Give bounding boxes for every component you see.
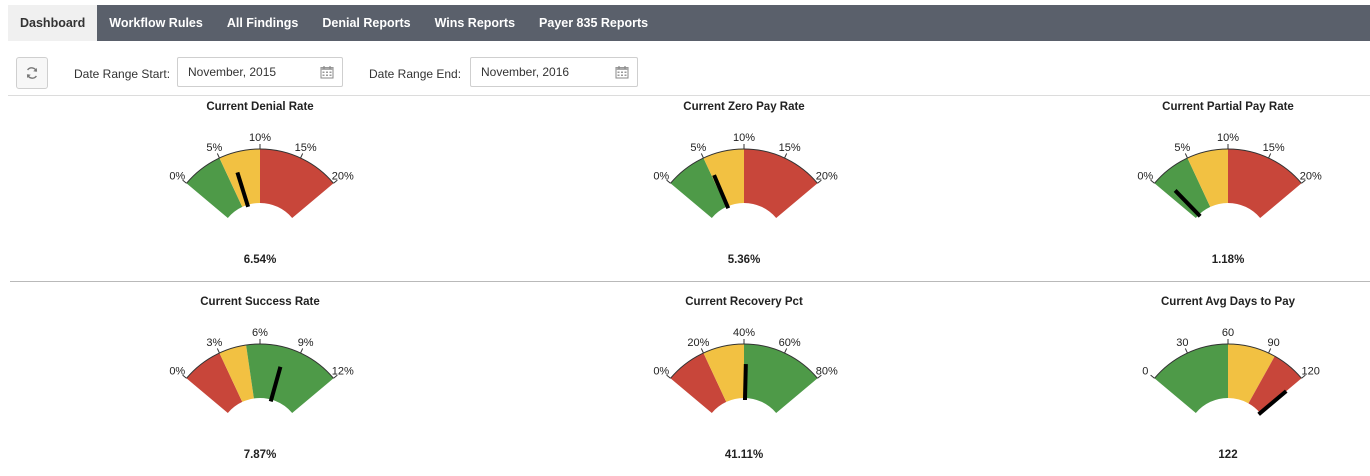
gauge-tick-label: 60 <box>1222 327 1234 339</box>
gauge-tick-label: 0% <box>1137 171 1153 183</box>
gauge-zero-pay-rate: Current Zero Pay Rate 0% 5% 10% 15% 20% 5.36… <box>534 101 954 281</box>
gauge-tick-label: 15% <box>1263 142 1285 154</box>
gauge-success-rate: Current Success Rate 0% 3% 6% 9% 12% 7.87% <box>50 296 470 476</box>
gauge-tick <box>216 153 220 159</box>
gauge-tick <box>1268 153 1272 159</box>
date-range-end-label: Date Range End: <box>369 67 462 81</box>
gauge-tick-label: 120 <box>1302 366 1320 378</box>
gauge-title: Current Denial Rate <box>206 101 314 113</box>
gauge-band-red <box>260 149 334 219</box>
gauge-value: 5.36% <box>727 254 761 266</box>
gauge-tick <box>700 348 704 354</box>
refresh-icon <box>26 67 38 79</box>
refresh-button[interactable] <box>16 57 48 89</box>
date-range-start-label: Date Range Start: <box>74 67 171 81</box>
gauge-tick <box>1184 348 1188 354</box>
gauge-tick <box>300 153 304 159</box>
gauge-tick-label: 6% <box>252 327 268 339</box>
gauge-tick-label: 0% <box>653 171 669 183</box>
gauge-tick <box>216 348 220 354</box>
gauge-tick-label: 90 <box>1268 337 1280 349</box>
top-bar: Dashboard Workflow Rules All Findings De… <box>0 0 1370 47</box>
gauge-value: 41.11% <box>724 449 764 461</box>
gauge-tick-label: 0% <box>169 366 185 378</box>
gauge-tick-label: 10% <box>733 132 755 144</box>
gauge-tick <box>700 153 704 159</box>
gauge-dial: 0% 20% 40% 60% 80% <box>653 327 838 414</box>
date-range-end-field[interactable] <box>470 57 638 87</box>
gauge-tick-label: 5% <box>206 142 222 154</box>
gauge-needle <box>742 363 748 401</box>
tab-payer-835-reports[interactable]: Payer 835 Reports <box>527 5 660 41</box>
gauge-tick-label: 20% <box>687 337 709 349</box>
gauge-tick <box>1268 348 1272 354</box>
gauge-tick-label: 20% <box>332 171 354 183</box>
gauge-tick-label: 0 <box>1142 366 1148 378</box>
date-range-start-field[interactable] <box>177 57 343 87</box>
gauge-tick-label: 5% <box>1174 142 1190 154</box>
gauge-title: Current Recovery Pct <box>685 296 803 308</box>
gauge-avg-days-to-pay: Current Avg Days to Pay 0 30 60 90 120 122 <box>1018 296 1370 476</box>
gauge-tick-label: 30 <box>1176 337 1188 349</box>
gauge-tick-label: 9% <box>298 337 314 349</box>
gauge-band-green <box>246 344 334 414</box>
gauge-tick-label: 12% <box>332 366 354 378</box>
gauge-band-green <box>1154 344 1228 414</box>
gauge-tick <box>784 153 788 159</box>
tab-all-findings[interactable]: All Findings <box>215 5 311 41</box>
date-range-start-input[interactable] <box>188 65 308 79</box>
tab-denial-reports[interactable]: Denial Reports <box>310 5 422 41</box>
calendar-icon[interactable] <box>615 65 629 79</box>
filter-bar: Date Range Start: Date Range End: <box>8 53 1370 96</box>
gauge-title: Current Avg Days to Pay <box>1161 296 1295 308</box>
gauge-dial: 0 30 60 90 120 <box>1142 327 1320 416</box>
gauge-tick-label: 80% <box>816 366 838 378</box>
gauge-tick-label: 20% <box>1300 171 1322 183</box>
gauge-tick-label: 10% <box>1217 132 1239 144</box>
gauge-dial: 0% 3% 6% 9% 12% <box>169 327 354 414</box>
gauge-tick <box>300 348 304 354</box>
calendar-icon[interactable] <box>320 65 334 79</box>
gauge-tick <box>784 348 788 354</box>
row-divider <box>10 281 1370 282</box>
gauge-tick-label: 3% <box>206 337 222 349</box>
gauge-title: Current Partial Pay Rate <box>1162 101 1294 113</box>
gauge-recovery-pct: Current Recovery Pct 0% 20% 40% 60% 80% 41.1… <box>534 296 954 476</box>
tab-wins-reports[interactable]: Wins Reports <box>423 5 527 41</box>
gauge-tick-label: 0% <box>169 171 185 183</box>
gauge-tick-label: 40% <box>733 327 755 339</box>
gauge-band-green <box>744 344 818 414</box>
gauge-tick-label: 0% <box>653 366 669 378</box>
gauge-tick-label: 15% <box>295 142 317 154</box>
gauge-denial-rate: Current Denial Rate 0% 5% 10% 15% 20% 6.54% <box>50 101 470 281</box>
gauge-tick-label: 10% <box>249 132 271 144</box>
gauge-title: Current Zero Pay Rate <box>683 101 805 113</box>
tab-dashboard[interactable]: Dashboard <box>8 5 98 41</box>
gauge-band-red <box>744 149 818 219</box>
gauge-band-red <box>1228 149 1302 219</box>
tab-workflow-rules[interactable]: Workflow Rules <box>97 5 215 41</box>
date-range-end-input[interactable] <box>481 65 601 79</box>
gauge-value: 7.87% <box>243 449 277 461</box>
gauge-dial: 0% 5% 10% 15% 20% <box>169 132 354 219</box>
gauge-title: Current Success Rate <box>200 296 320 308</box>
gauge-tick <box>1150 374 1155 379</box>
gauge-tick-label: 15% <box>779 142 801 154</box>
gauge-tick-label: 5% <box>690 142 706 154</box>
gauge-tick-label: 20% <box>816 171 838 183</box>
gauge-value: 1.18% <box>1211 254 1245 266</box>
gauge-dial: 0% 5% 10% 15% 20% <box>1137 132 1322 219</box>
gauge-tick <box>1184 153 1188 159</box>
gauge-value: 6.54% <box>243 254 277 266</box>
main-nav: Dashboard Workflow Rules All Findings De… <box>8 5 1370 41</box>
gauge-tick-label: 60% <box>779 337 801 349</box>
gauge-value: 122 <box>1218 449 1238 461</box>
gauge-partial-pay-rate: Current Partial Pay Rate 0% 5% 10% 15% 20% 1… <box>1018 101 1370 281</box>
gauge-dial: 0% 5% 10% 15% 20% <box>653 132 838 219</box>
